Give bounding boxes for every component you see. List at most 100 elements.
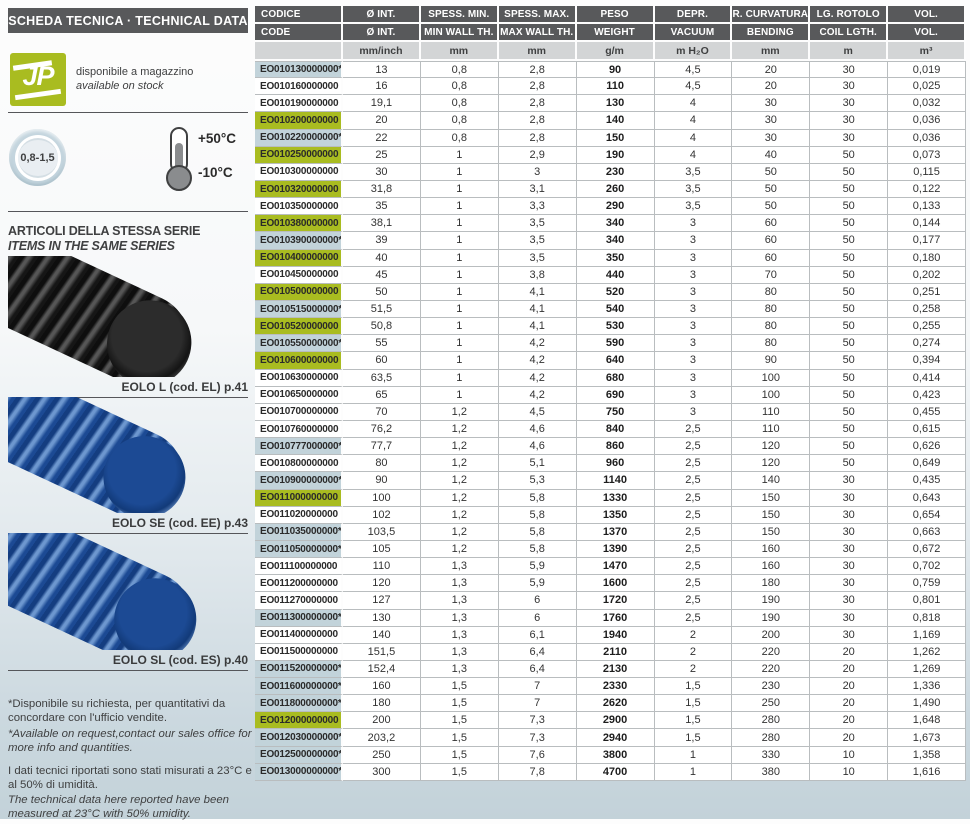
value-cell: 50 [810, 284, 888, 301]
value-cell: 80 [732, 318, 810, 335]
product-code-cell: EO010160000000 [255, 78, 343, 95]
value-cell: 340 [577, 232, 655, 249]
value-cell: 6 [499, 592, 577, 609]
product-code-cell: EO011500000000 [255, 644, 343, 661]
value-cell: 127 [343, 592, 421, 609]
column-header-cell: mm [732, 42, 810, 61]
value-cell: 77,7 [343, 438, 421, 455]
value-cell: 2,5 [655, 541, 733, 558]
value-cell: 0,258 [888, 301, 966, 318]
column-header-cell: Ø INT. [343, 6, 421, 24]
value-cell: 1,336 [888, 678, 966, 695]
table-row: EO011500000000151,51,36,421102220201,262 [255, 644, 966, 661]
value-cell: 20 [810, 644, 888, 661]
value-cell: 1 [421, 267, 499, 284]
value-cell: 1350 [577, 507, 655, 524]
jp-logo-icon: JP [10, 53, 66, 106]
value-cell: 1,2 [421, 524, 499, 541]
table-row: EO01030000000030132303,550500,115 [255, 164, 966, 181]
product-code-cell: EO011200000000 [255, 575, 343, 592]
value-cell: 1 [421, 164, 499, 181]
value-cell: 3 [655, 284, 733, 301]
value-cell: 63,5 [343, 370, 421, 387]
value-cell: 1 [421, 250, 499, 267]
value-cell: 280 [732, 729, 810, 746]
value-cell: 20 [732, 61, 810, 78]
value-cell: 1 [421, 215, 499, 232]
value-cell: 150 [732, 490, 810, 507]
product-code-cell: EO011050000000* [255, 541, 343, 558]
value-cell: 30 [810, 592, 888, 609]
value-cell: 120 [732, 455, 810, 472]
column-header-cell: LG. ROTOLO [810, 6, 888, 24]
value-cell: 20 [810, 695, 888, 712]
header-row-en: CODEØ INT.MIN WALL TH.MAX WALL TH.WEIGHT… [255, 24, 966, 42]
table-row: EO01019000000019,10,82,8130430300,032 [255, 95, 966, 112]
product-code-cell: EO010550000000* [255, 335, 343, 352]
table-row: EO0104500000004513,8440370500,202 [255, 267, 966, 284]
value-cell: 2,5 [655, 524, 733, 541]
value-cell: 1760 [577, 610, 655, 627]
technical-data-table: CODICEØ INT.SPESS. MIN.SPESS. MAX.PESODE… [255, 6, 966, 781]
jp-logo-text: JP [10, 61, 66, 92]
value-cell: 30 [810, 507, 888, 524]
value-cell: 0,8 [421, 95, 499, 112]
value-cell: 120 [732, 438, 810, 455]
value-cell: 5,8 [499, 507, 577, 524]
value-cell: 1,169 [888, 627, 966, 644]
value-cell: 340 [577, 215, 655, 232]
value-cell: 90 [343, 472, 421, 489]
value-cell: 4,5 [499, 404, 577, 421]
column-header-cell: g/m [577, 42, 655, 61]
product-code-cell: EO013000000000* [255, 764, 343, 781]
value-cell: 3 [655, 352, 733, 369]
value-cell: 50 [810, 335, 888, 352]
value-cell: 100 [732, 370, 810, 387]
value-cell: 1,5 [655, 678, 733, 695]
value-cell: 50 [732, 181, 810, 198]
value-cell: 1,5 [421, 764, 499, 781]
value-cell: 50 [810, 215, 888, 232]
product-code-cell: EO010300000000 [255, 164, 343, 181]
product-code-cell: EO010350000000 [255, 198, 343, 215]
value-cell: 0,180 [888, 250, 966, 267]
value-cell: 4,5 [655, 78, 733, 95]
sidebar: SCHEDA TECNICA · TECHNICAL DATA JP dispo… [0, 0, 255, 819]
table-row: EO01038000000038,113,5340360500,144 [255, 215, 966, 232]
value-cell: 440 [577, 267, 655, 284]
value-cell: 2,8 [499, 95, 577, 112]
value-cell: 30 [810, 95, 888, 112]
value-cell: 3 [655, 250, 733, 267]
value-cell: 0,202 [888, 267, 966, 284]
column-header-cell: R. CURVATURA [732, 6, 810, 24]
table-row: EO0105000000005014,1520380500,251 [255, 284, 966, 301]
value-cell: 1,2 [421, 421, 499, 438]
footnote-conditions-it: I dati tecnici riportati sono stati misu… [8, 765, 252, 793]
value-cell: 30 [810, 472, 888, 489]
value-cell: 90 [577, 61, 655, 78]
product-code-cell: EO010390000000* [255, 232, 343, 249]
value-cell: 10 [810, 764, 888, 781]
value-cell: 55 [343, 335, 421, 352]
value-cell: 0,073 [888, 147, 966, 164]
table-row: EO011600000000*1601,5723301,5230201,336 [255, 678, 966, 695]
table-row: EO011050000000*1051,25,813902,5160300,67… [255, 541, 966, 558]
value-cell: 530 [577, 318, 655, 335]
value-cell: 30 [810, 112, 888, 129]
value-cell: 4 [655, 130, 733, 147]
value-cell: 5,8 [499, 541, 577, 558]
value-cell: 160 [343, 678, 421, 695]
value-cell: 260 [577, 181, 655, 198]
value-cell: 1370 [577, 524, 655, 541]
table-row: EO010800000000801,25,19602,5120500,649 [255, 455, 966, 472]
value-cell: 50 [810, 370, 888, 387]
value-cell: 860 [577, 438, 655, 455]
value-cell: 50 [810, 267, 888, 284]
value-cell: 1,5 [655, 712, 733, 729]
value-cell: 50 [810, 421, 888, 438]
product-code-cell: EO010520000000 [255, 318, 343, 335]
value-cell: 1470 [577, 558, 655, 575]
value-cell: 0,649 [888, 455, 966, 472]
product-code-cell: EO010200000000 [255, 112, 343, 129]
value-cell: 7,6 [499, 747, 577, 764]
